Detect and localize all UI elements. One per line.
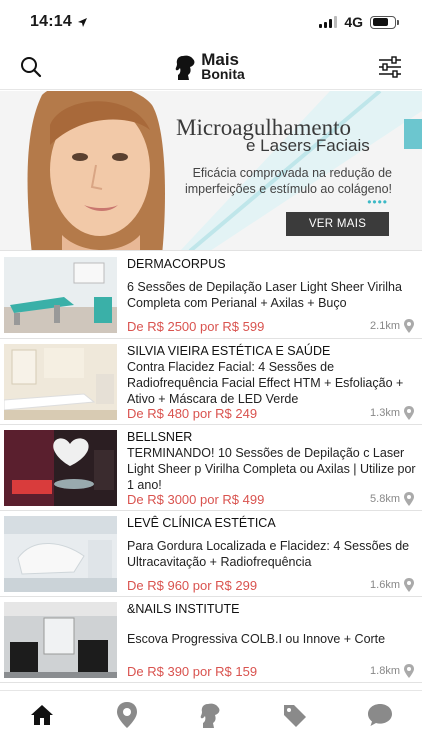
map-pin-icon [116,702,137,728]
map-pin-icon [404,664,414,678]
deal-price: De R$ 2500 por R$ 599 [127,319,265,334]
deal-distance: 1.3km [370,406,414,420]
deal-price: De R$ 960 por R$ 299 [127,578,258,593]
distance-text: 5.8km [370,493,400,505]
deal-price: De R$ 3000 por R$ 499 [127,492,265,507]
app-logo: Mais Bonita [175,49,245,82]
deal-item[interactable]: LEVÊ CLÍNICA ESTÉTICA Para Gordura Local… [0,511,422,597]
status-time: 14:14 [30,13,88,31]
deal-description: Contra Flacidez Facial: 4 Sessões de Rad… [127,360,404,406]
logo-line1: Mais [201,49,240,69]
distance-text: 1.3km [370,407,400,419]
deal-item[interactable]: SILVIA VIEIRA ESTÉTICA E SAÚDE Contra Fl… [0,339,422,425]
deal-thumbnail [4,257,117,333]
banner-subtitle: e Lasers Faciais [246,136,370,155]
map-pin-icon [404,492,414,506]
deal-description: 6 Sessões de Depilação Laser Light Sheer… [127,280,402,310]
deal-description: Para Gordura Localizada e Flacidez: 4 Se… [127,539,410,569]
tab-profile[interactable] [189,699,233,731]
clinic-room-image [4,257,117,333]
clinic-name: LEVÊ CLÍNICA ESTÉTICA [127,516,276,530]
map-pin-icon [404,319,414,333]
status-indicators: 4G [319,14,399,30]
banner-description: Eficácia comprovada na redução de imperf… [184,166,392,196]
logo-line2: Bonita [201,65,245,82]
tags-icon [284,705,307,727]
deal-description: TERMINANDO! 10 Sessões de Depilação c La… [127,446,416,492]
deal-thumbnail [4,430,117,506]
tab-map[interactable] [105,699,149,731]
distance-text: 2.1km [370,320,400,332]
home-icon [31,705,54,725]
woman-silhouette-logo-icon [175,55,195,80]
deal-thumbnail [4,344,117,420]
deal-distance: 1.6km [370,578,414,592]
banner-accent-block [404,119,422,149]
deal-item[interactable]: BELLSNER TERMINANDO! 10 Sessões de Depil… [0,425,422,511]
clinic-name: SILVIA VIEIRA ESTÉTICA E SAÚDE [127,344,331,358]
search-icon[interactable] [20,56,42,78]
map-pin-icon [404,406,414,420]
deal-price: De R$ 480 por R$ 249 [127,406,258,421]
deal-price: De R$ 390 por R$ 159 [127,664,258,679]
clinic-room-image [4,516,117,592]
see-more-button[interactable]: VER MAIS [286,212,389,236]
status-time-text: 14:14 [30,13,72,30]
deal-description: Escova Progressiva COLB.I ou Innove + Co… [127,632,386,646]
clinic-name: BELLSNER [127,430,193,444]
deal-distance: 2.1km [370,319,414,333]
map-pin-icon [404,578,414,592]
signal-icon [319,16,338,28]
tab-home[interactable] [20,699,64,731]
tab-offers[interactable] [273,699,317,731]
deal-distance: 5.8km [370,492,414,506]
app-screen: 14:14 4G Mais Bonita Microagulhamento e … [0,0,422,750]
bottom-tab-bar [0,690,422,750]
clinic-name: &NAILS INSTITUTE [127,602,240,616]
deal-list: DERMACORPUS 6 Sessões de Depilação Laser… [0,252,422,683]
deal-thumbnail [4,602,117,678]
clinic-name: DERMACORPUS [127,257,226,271]
distance-text: 1.8km [370,665,400,677]
clinic-room-image [4,430,117,506]
chat-bubble-icon [367,704,392,726]
app-header: Mais Bonita [0,44,422,90]
battery-icon [370,15,399,29]
deal-item[interactable]: &NAILS INSTITUTE Escova Progressiva COLB… [0,597,422,683]
distance-text: 1.6km [370,579,400,591]
filter-sliders-icon[interactable] [378,55,402,78]
banner-dots: •••• [367,195,388,209]
promo-banner[interactable]: Microagulhamento e Lasers Faciais Eficác… [0,91,422,251]
deal-thumbnail [4,516,117,592]
network-label: 4G [344,14,363,30]
status-bar: 14:14 4G [0,0,422,44]
model-face-image [27,91,165,250]
deal-distance: 1.8km [370,664,414,678]
location-arrow-icon [77,17,87,27]
tab-messages[interactable] [358,699,402,731]
deal-item[interactable]: DERMACORPUS 6 Sessões de Depilação Laser… [0,252,422,339]
clinic-room-image [4,344,117,420]
woman-profile-icon [200,703,220,728]
salon-image [4,602,117,678]
